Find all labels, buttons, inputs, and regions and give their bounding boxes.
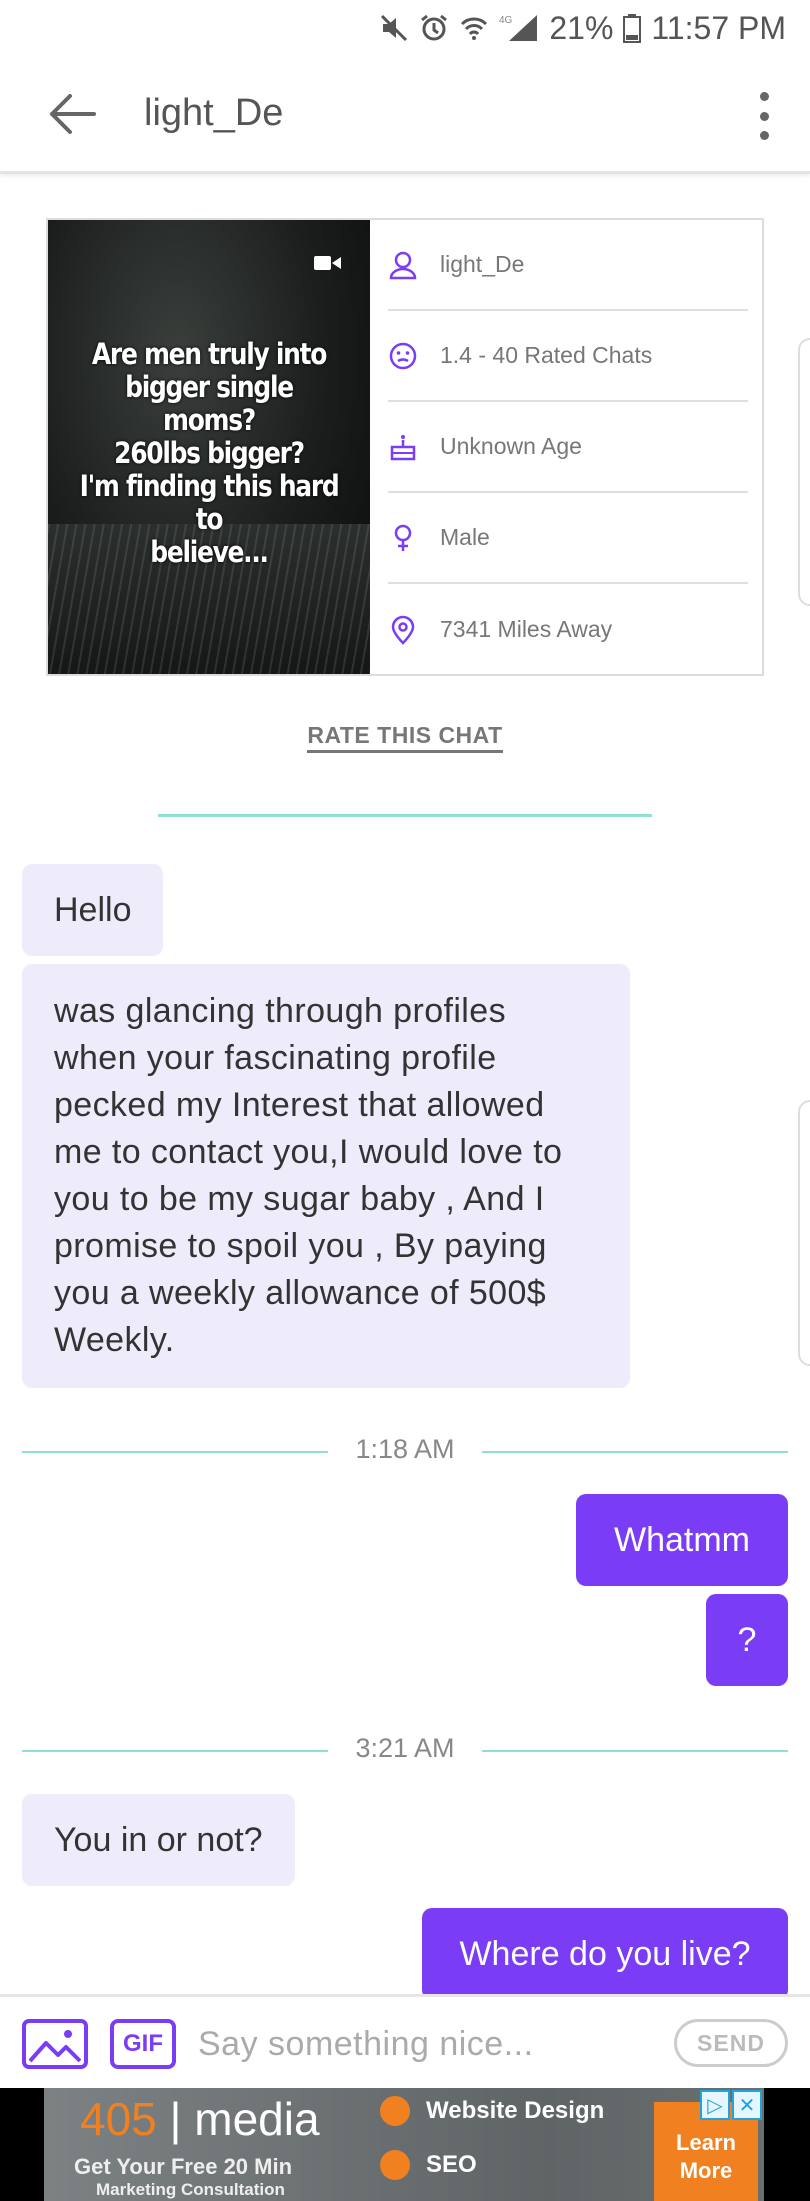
- rate-chat-link-wrap: RATE THIS CHAT: [0, 722, 810, 753]
- ad-line2: Marketing Consultation: [96, 2180, 285, 2199]
- age-row: Unknown Age: [388, 402, 748, 493]
- battery-icon: [623, 13, 642, 43]
- ad-close-icon[interactable]: ✕: [732, 2090, 762, 2120]
- ad-line1: Get Your Free 20 Min: [74, 2154, 293, 2179]
- ad-item-website: Website Design: [380, 2096, 604, 2126]
- signal-icon: 4G: [499, 13, 539, 43]
- neutral-face-icon: [389, 342, 417, 369]
- video-camera-icon: [314, 254, 342, 272]
- timestamp-divider: 3:21 AM: [22, 1731, 788, 1771]
- ad-choices-icon[interactable]: ▷: [700, 2090, 730, 2120]
- send-button[interactable]: SEND: [674, 2019, 788, 2067]
- profile-photo[interactable]: Are men truly into bigger single moms? 2…: [48, 220, 370, 674]
- image-attach-icon[interactable]: [22, 2019, 88, 2069]
- incoming-message[interactable]: Hello: [22, 864, 164, 956]
- gender-value: Male: [440, 524, 490, 550]
- outgoing-message[interactable]: Where do you live?: [422, 1908, 788, 2000]
- mute-icon: [379, 13, 409, 43]
- profile-card: Are men truly into bigger single moms? 2…: [46, 218, 764, 676]
- wifi-icon: [459, 13, 489, 43]
- photo-caption: Are men truly into bigger single moms? 2…: [79, 337, 340, 569]
- ad-item-seo: SEO: [380, 2150, 477, 2180]
- network-type: 4G: [499, 15, 513, 26]
- distance-value: 7341 Miles Away: [440, 616, 613, 642]
- rating-row: 1.4 - 40 Rated Chats: [388, 311, 748, 402]
- message-composer: GIF SEND: [0, 1994, 810, 2088]
- more-options-icon[interactable]: [754, 92, 774, 140]
- ad-banner: 405 | media Get Your Free 20 Min Marketi…: [0, 2088, 810, 2201]
- gender-row: Male: [388, 493, 748, 584]
- ad-brand-name: | media: [169, 2093, 320, 2145]
- cake-icon: [390, 434, 416, 460]
- age-value: Unknown Age: [440, 433, 582, 459]
- ad-brand: 405 | media: [80, 2092, 320, 2146]
- rating-value: 1.4 - 40 Rated Chats: [440, 342, 653, 368]
- incoming-message[interactable]: You in or not?: [22, 1794, 295, 1886]
- chat-title: light_De: [144, 92, 284, 134]
- divider-line: [158, 814, 652, 817]
- alarm-icon: [419, 13, 449, 43]
- username-value: light_De: [440, 251, 525, 277]
- timestamp: 3:21 AM: [355, 1733, 455, 1763]
- side-panel-tab[interactable]: [798, 1100, 810, 1366]
- outgoing-message[interactable]: Whatmm: [576, 1494, 788, 1586]
- clock: 11:57 PM: [651, 9, 786, 46]
- ad-item-label: Website Design: [426, 2097, 605, 2124]
- timestamp: 1:18 AM: [355, 1434, 455, 1464]
- app-bar: light_De: [0, 56, 810, 174]
- location-pin-icon: [391, 615, 415, 645]
- incoming-message[interactable]: was glancing through profiles when your …: [22, 964, 630, 1388]
- timestamp-divider: 1:18 AM: [22, 1432, 788, 1472]
- ad-choices[interactable]: ▷ ✕: [700, 2090, 762, 2120]
- username-row: light_De: [388, 220, 748, 311]
- status-bar: 4G 21% 11:57 PM: [0, 0, 810, 56]
- battery-percent: 21%: [549, 9, 614, 46]
- rate-chat-link[interactable]: RATE THIS CHAT: [307, 722, 503, 753]
- person-icon: [389, 251, 417, 279]
- gif-button[interactable]: GIF: [110, 2019, 176, 2069]
- side-panel-tab[interactable]: [798, 338, 810, 606]
- distance-row: 7341 Miles Away: [388, 584, 748, 675]
- message-input[interactable]: [198, 2015, 658, 2073]
- ad-item-label: SEO: [426, 2151, 477, 2178]
- gender-icon: [394, 524, 412, 551]
- ad-creative[interactable]: 405 | media Get Your Free 20 Min Marketi…: [44, 2088, 764, 2201]
- profile-info: light_De 1.4 - 40 Rated Chats Unknown Ag…: [372, 220, 762, 674]
- outgoing-message[interactable]: ?: [706, 1594, 788, 1686]
- ad-brand-number: 405: [80, 2093, 157, 2145]
- back-arrow-icon[interactable]: [44, 86, 100, 142]
